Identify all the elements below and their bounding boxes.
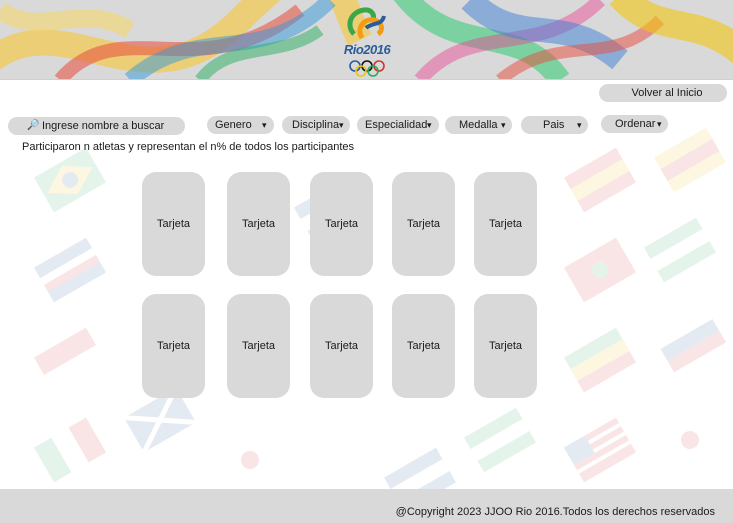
athlete-card[interactable]: Tarjeta xyxy=(474,172,537,276)
logo-text: Rio2016 xyxy=(343,42,391,57)
athlete-card[interactable]: Tarjeta xyxy=(227,294,290,398)
search-input[interactable]: 🔎 Ingrese nombre a buscar xyxy=(8,117,185,135)
especialidad-label: Especialidad xyxy=(365,119,428,131)
medalla-label: Medalla xyxy=(459,119,498,131)
pais-label: Pais xyxy=(543,119,565,131)
chevron-down-icon: ▾ xyxy=(262,120,267,130)
pais-dropdown[interactable]: Pais ▾ xyxy=(521,116,588,134)
rio-logo: Rio2016 xyxy=(336,4,398,78)
disciplina-dropdown[interactable]: Disciplina ▾ xyxy=(282,116,350,134)
athlete-card[interactable]: Tarjeta xyxy=(142,172,205,276)
athlete-card[interactable]: Tarjeta xyxy=(392,294,455,398)
participation-summary: Participaron n atletas y representan el … xyxy=(22,141,355,153)
back-home-button[interactable]: Volver al Inicio xyxy=(599,84,727,102)
ordenar-dropdown[interactable]: Ordenar ▾ xyxy=(601,115,668,133)
disciplina-label: Disciplina xyxy=(292,119,340,131)
chevron-down-icon: ▾ xyxy=(577,120,582,130)
athlete-card[interactable]: Tarjeta xyxy=(310,172,373,276)
chevron-down-icon: ▾ xyxy=(657,119,662,129)
athlete-card[interactable]: Tarjeta xyxy=(474,294,537,398)
chevron-down-icon: ▾ xyxy=(427,120,432,130)
athlete-card[interactable]: Tarjeta xyxy=(227,172,290,276)
olympic-rings-icon xyxy=(349,60,385,77)
search-placeholder: Ingrese nombre a buscar xyxy=(42,120,165,132)
copyright-text: @Copyright 2023 JJOO Rio 2016.Todos los … xyxy=(395,506,715,518)
genero-label: Genero xyxy=(215,119,252,131)
medalla-dropdown[interactable]: Medalla ▾ xyxy=(445,116,512,134)
footer: @Copyright 2023 JJOO Rio 2016.Todos los … xyxy=(0,489,733,523)
athlete-card[interactable]: Tarjeta xyxy=(392,172,455,276)
genero-dropdown[interactable]: Genero ▾ xyxy=(207,116,274,134)
header-banner: Rio2016 xyxy=(0,0,733,80)
chevron-down-icon: ▾ xyxy=(339,120,344,130)
chevron-down-icon: ▾ xyxy=(501,120,506,130)
especialidad-dropdown[interactable]: Especialidad ▾ xyxy=(357,116,439,134)
athlete-card[interactable]: Tarjeta xyxy=(310,294,373,398)
ordenar-label: Ordenar xyxy=(615,118,656,130)
rio-emblem-icon xyxy=(347,7,386,40)
search-icon: 🔎 xyxy=(27,120,40,131)
athlete-card[interactable]: Tarjeta xyxy=(142,294,205,398)
